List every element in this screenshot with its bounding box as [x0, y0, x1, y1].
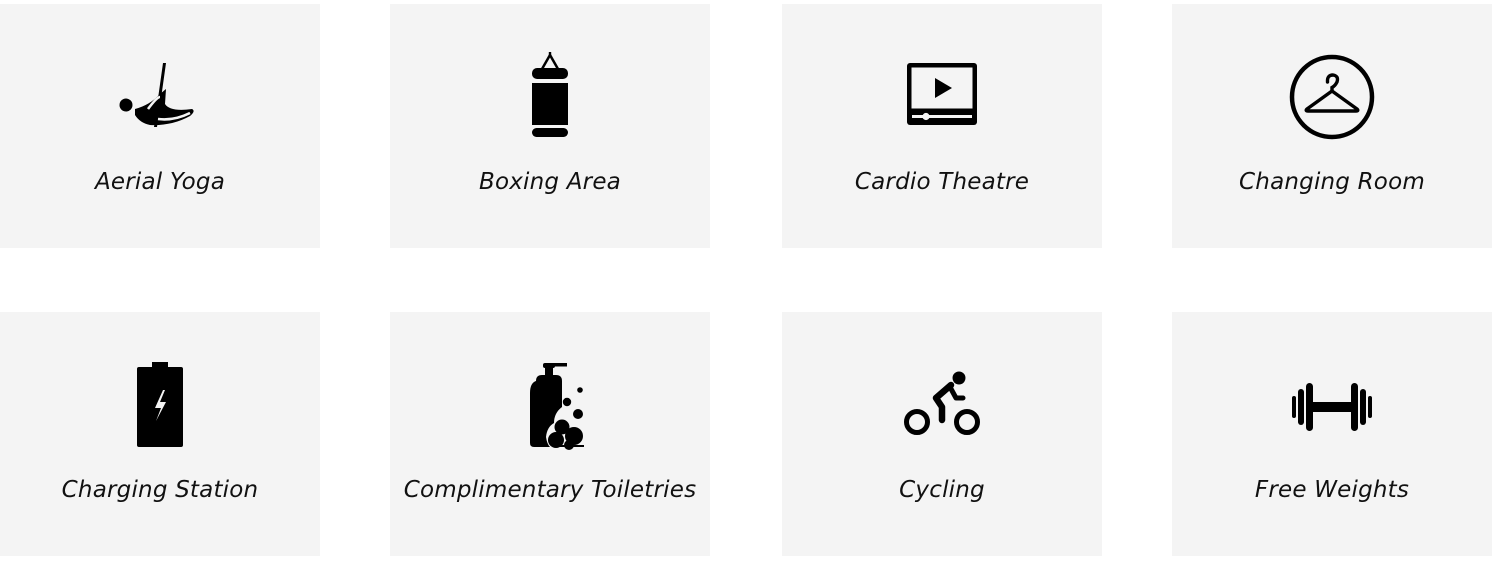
clothes-hanger-icon: [1282, 49, 1382, 149]
amenity-label: Changing Room: [1239, 169, 1425, 195]
cyclist-icon: [892, 357, 992, 457]
soap-dispenser-icon: [500, 357, 600, 457]
amenity-label: Free Weights: [1254, 477, 1410, 503]
amenity-label: Charging Station: [61, 477, 259, 503]
amenity-tile-free-weights: Free Weights: [1172, 312, 1492, 556]
amenity-label: Aerial Yoga: [94, 169, 225, 195]
amenity-label: Cardio Theatre: [854, 169, 1030, 195]
amenities-grid: Aerial Yoga Boxing Area Cardio Theatre C…: [0, 0, 1494, 562]
amenity-tile-boxing-area: Boxing Area: [390, 4, 710, 248]
amenity-label: Complimentary Toiletries: [403, 477, 697, 503]
amenity-tile-aerial-yoga: Aerial Yoga: [0, 4, 320, 248]
amenity-tile-cardio-theatre: Cardio Theatre: [782, 4, 1102, 248]
video-player-icon: [892, 49, 992, 149]
amenity-tile-cycling: Cycling: [782, 312, 1102, 556]
amenity-label: Cycling: [899, 477, 985, 503]
amenity-tile-changing-room: Changing Room: [1172, 4, 1492, 248]
aerial-yoga-icon: [110, 49, 210, 149]
punching-bag-icon: [500, 49, 600, 149]
amenity-label: Boxing Area: [479, 169, 621, 195]
amenity-tile-complimentary-toiletries: Complimentary Toiletries: [390, 312, 710, 556]
amenity-tile-charging-station: Charging Station: [0, 312, 320, 556]
battery-charging-icon: [110, 357, 210, 457]
dumbbell-icon: [1282, 357, 1382, 457]
